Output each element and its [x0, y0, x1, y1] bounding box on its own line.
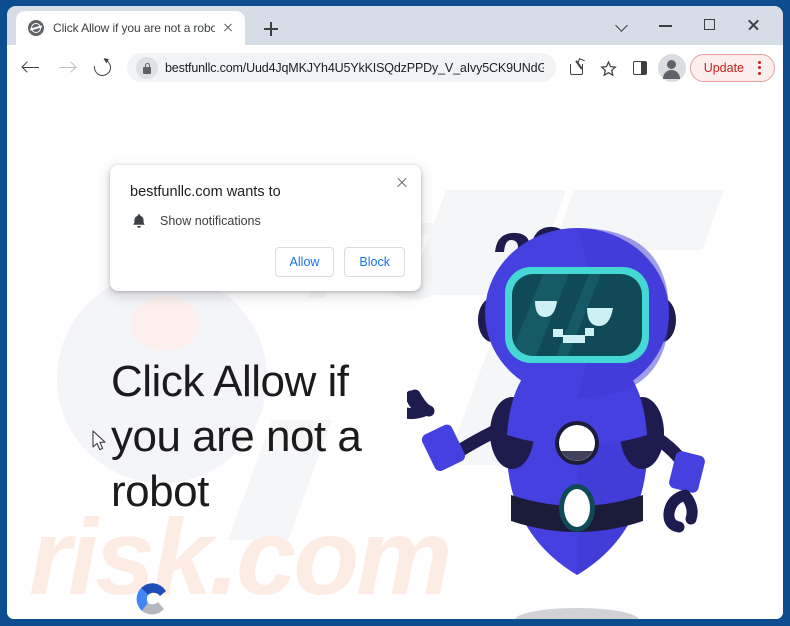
dot-2 [757, 66, 761, 69]
dialog-title: bestfunllc.com wants to [130, 184, 281, 200]
screenshot-frame: Click Allow if you are not a robot bestf… [0, 0, 790, 626]
bell-icon [133, 214, 145, 228]
square-glyph [704, 19, 715, 30]
browser-toolbar: bestfunllc.com/Uud4JqMKJYh4U5YkKISQdzPPD… [7, 45, 783, 90]
browser-tab[interactable]: Click Allow if you are not a robot [16, 11, 245, 45]
dot-1 [757, 60, 761, 64]
minimize-icon[interactable] [645, 8, 687, 42]
forward-arrow-icon [51, 52, 83, 84]
url-text: bestfunllc.com/Uud4JqMKJYh4U5YkKISQdzPPD… [165, 60, 544, 75]
robot-illustration [407, 226, 705, 619]
back-head [21, 61, 33, 73]
permission-option-row: Show notifications [130, 212, 261, 230]
three-dots-icon[interactable] [748, 56, 770, 80]
share-icon[interactable] [563, 53, 593, 83]
background-blob [130, 296, 200, 351]
reload-ring [90, 55, 115, 79]
dot-3 [757, 71, 761, 75]
dialog-actions: Allow Block [274, 247, 405, 277]
browser-window: Click Allow if you are not a robot bestf… [7, 6, 783, 619]
address-bar[interactable]: bestfunllc.com/Uud4JqMKJYh4U5YkKISQdzPPD… [127, 53, 556, 82]
notification-permission-dialog: bestfunllc.com wants to Show notificatio… [110, 165, 421, 291]
reload-icon[interactable] [87, 52, 119, 84]
forward-head [65, 61, 77, 73]
title-bar: Click Allow if you are not a robot [7, 6, 783, 45]
maximize-icon[interactable] [689, 8, 731, 42]
back-arrow-icon[interactable] [15, 52, 47, 84]
c-logo-icon [136, 583, 166, 615]
block-button[interactable]: Block [344, 247, 405, 277]
update-label: Update [703, 60, 744, 75]
captcha-logo: E-CAPTCHA [119, 578, 185, 619]
mouse-pointer-icon [92, 430, 106, 451]
globe-icon [28, 20, 44, 36]
page-viewport: PC risk.com [7, 90, 783, 619]
minus-glyph [659, 25, 672, 27]
side-panel-icon[interactable] [625, 53, 655, 83]
chevron-down-icon[interactable] [602, 8, 644, 42]
close-icon[interactable] [219, 19, 237, 37]
robot-shadow [515, 608, 639, 619]
tab-title: Click Allow if you are not a robot [53, 21, 215, 35]
reload-tip [104, 56, 110, 64]
robot-belt-gem [564, 489, 590, 527]
chevron-glyph [615, 19, 628, 32]
avatar-body [663, 69, 681, 79]
star-icon[interactable] [594, 53, 624, 83]
page-title: Click Allow if you are not a robot [111, 357, 362, 516]
allow-button[interactable]: Allow [274, 247, 335, 277]
plus-icon[interactable] [259, 17, 283, 41]
update-button[interactable]: Update [689, 53, 775, 82]
avatar-head [667, 59, 677, 69]
share-arrowhead [576, 57, 585, 66]
star-glyph [600, 60, 617, 76]
lock-body [143, 67, 151, 74]
close-window-icon[interactable] [733, 8, 775, 42]
avatar-icon[interactable] [657, 53, 686, 82]
permission-option-label: Show notifications [160, 214, 261, 228]
panel-glyph [632, 60, 647, 75]
close-icon[interactable] [391, 172, 413, 194]
lock-icon[interactable] [136, 56, 158, 79]
